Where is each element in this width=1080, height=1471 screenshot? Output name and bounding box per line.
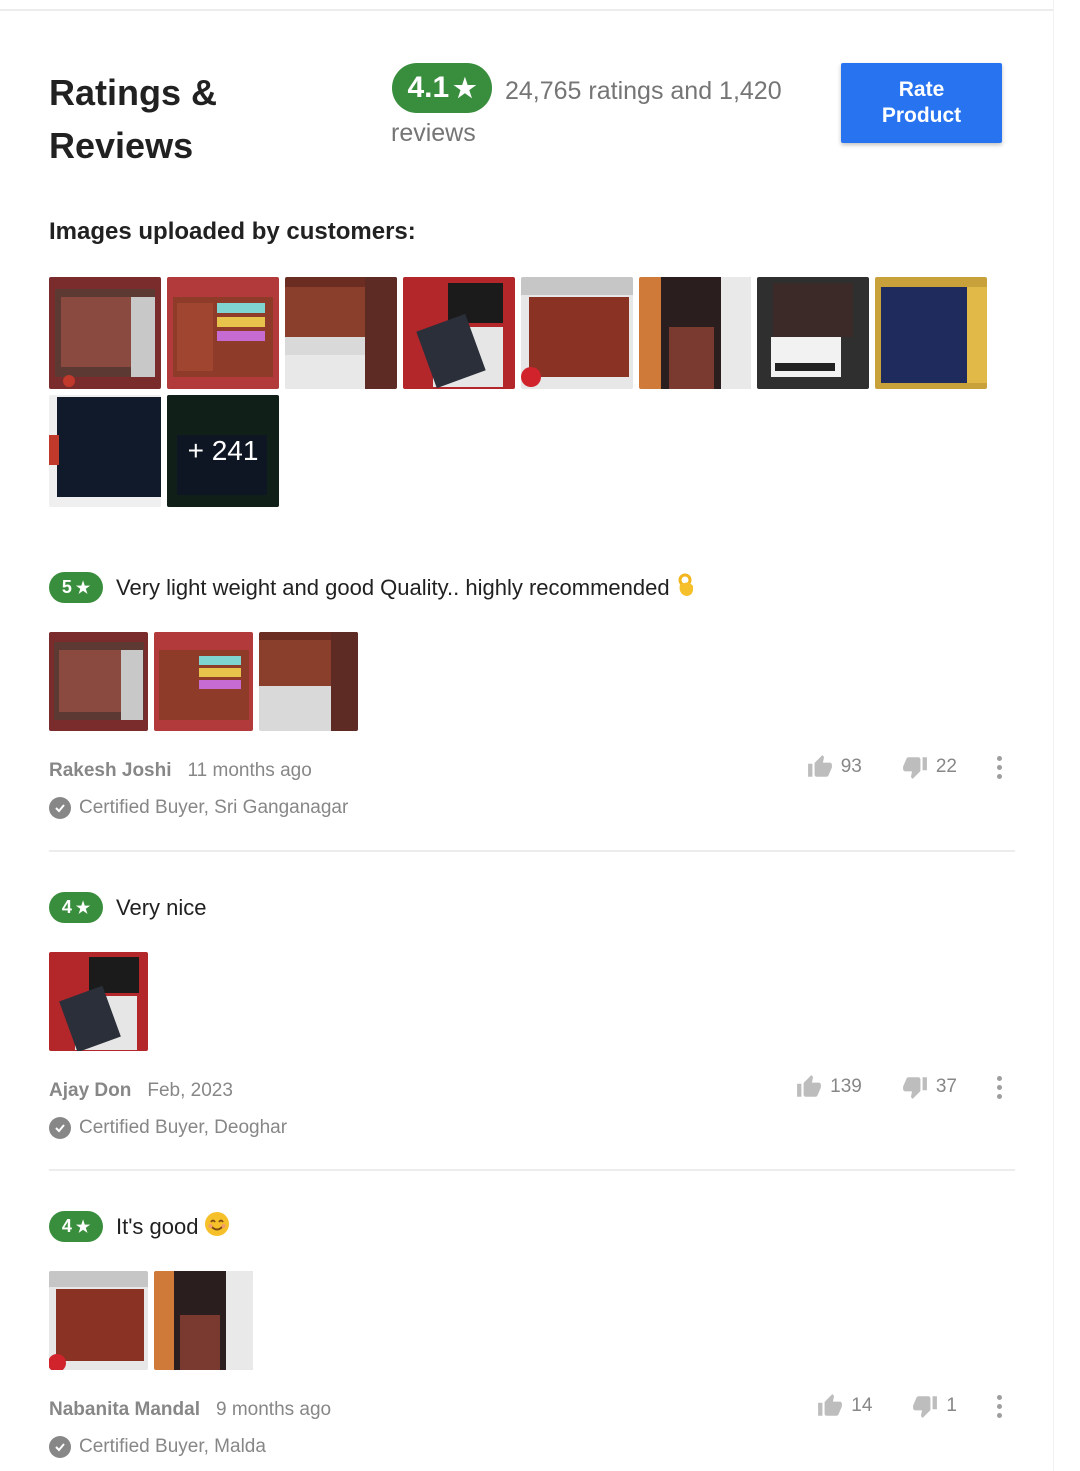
review-date: 11 months ago: [187, 760, 312, 781]
review-rating-badge: 5 ★: [49, 572, 103, 603]
review-author: Ajay Don: [49, 1080, 132, 1101]
check-circle-icon: [49, 797, 71, 819]
like-count: 139: [830, 1076, 862, 1097]
check-circle-icon: [49, 1436, 71, 1458]
review-card: 4 ★ Very nice Ajay Don Feb, 2023 139 37 Ce…: [49, 892, 1015, 1139]
review-card: 5 ★ Very light weight and good Quality.. …: [49, 572, 1015, 819]
review-author: Nabanita Mandal: [49, 1399, 200, 1420]
review-title: Very light weight and good Quality.. hig…: [116, 574, 670, 600]
thumbs-down-icon: [902, 757, 927, 779]
review-image[interactable]: [154, 632, 253, 731]
customer-image[interactable]: [757, 277, 869, 389]
thumbs-up-icon: [818, 1394, 843, 1416]
dislike-button[interactable]: 22: [902, 754, 957, 780]
review-rating-badge: 4 ★: [49, 892, 103, 923]
customer-image[interactable]: [639, 277, 751, 389]
thumbs-up-icon: [807, 755, 832, 777]
uploads-heading: Images uploaded by customers:: [49, 218, 416, 245]
more-options-icon[interactable]: [997, 1394, 1003, 1418]
customer-image-more[interactable]: + 241: [167, 395, 279, 507]
review-title: Very nice: [116, 894, 207, 920]
review-rating-value: 4: [61, 897, 72, 917]
overall-rating-value: 4.1: [407, 71, 450, 104]
customer-image[interactable]: [167, 277, 279, 389]
customer-image[interactable]: [49, 395, 161, 507]
review-card: 4 ★ It's good Nabanita Mandal 9 months ago…: [49, 1211, 1015, 1458]
review-images: [49, 632, 1015, 731]
review-votes: 93 22: [807, 754, 1015, 780]
review-date: Feb, 2023: [147, 1080, 233, 1101]
review-images: [49, 952, 1015, 1051]
like-button[interactable]: 139: [796, 1074, 862, 1100]
customer-image[interactable]: [49, 277, 161, 389]
review-image[interactable]: [49, 632, 148, 731]
certified-buyer-text: Certified Buyer, Deoghar: [79, 1117, 288, 1138]
like-count: 14: [851, 1395, 873, 1416]
thumbs-down-icon: [902, 1077, 927, 1099]
review-image[interactable]: [49, 1271, 148, 1370]
customer-image-grid: + 241: [49, 277, 999, 507]
review-votes: 139 37: [796, 1074, 1015, 1100]
review-meta: Ajay Don Feb, 2023 139 37: [49, 1075, 1015, 1104]
more-options-icon[interactable]: [997, 1075, 1003, 1099]
customer-image[interactable]: [285, 277, 397, 389]
review-title: It's good: [116, 1213, 199, 1239]
review-image[interactable]: [259, 632, 358, 731]
review-votes: 14 1: [817, 1393, 1015, 1419]
star-icon: ★: [453, 72, 477, 103]
certified-buyer: Certified Buyer, Sri Ganganagar: [49, 797, 1015, 819]
more-images-count: + 241: [167, 395, 279, 507]
smiling-face-emoji-icon: [204, 1211, 230, 1242]
check-circle-icon: [49, 1117, 71, 1139]
customer-image[interactable]: [403, 277, 515, 389]
dislike-count: 22: [935, 756, 957, 777]
section-title: Ratings & Reviews: [49, 72, 218, 166]
certified-buyer-text: Certified Buyer, Malda: [79, 1436, 266, 1457]
rate-product-button[interactable]: Rate Product: [841, 63, 1002, 143]
right-gutter: [1053, 0, 1080, 1471]
customer-image[interactable]: [875, 277, 987, 389]
review-meta: Nabanita Mandal 9 months ago 14 1: [49, 1394, 1015, 1423]
ok-hand-emoji-icon: [676, 572, 696, 603]
dislike-count: 1: [946, 1395, 957, 1416]
review-rating-value: 5: [61, 577, 72, 597]
like-count: 93: [840, 756, 862, 777]
star-icon: ★: [75, 1218, 91, 1236]
review-date: 9 months ago: [215, 1399, 332, 1420]
review-image[interactable]: [154, 1271, 253, 1370]
thumbs-down-icon: [913, 1396, 938, 1418]
certified-buyer-text: Certified Buyer, Sri Ganganagar: [79, 797, 349, 818]
certified-buyer: Certified Buyer, Deoghar: [49, 1117, 1015, 1139]
dislike-button[interactable]: 1: [912, 1393, 957, 1419]
star-icon: ★: [75, 579, 91, 597]
dislike-count: 37: [935, 1076, 957, 1097]
review-rating-value: 4: [61, 1216, 72, 1236]
review-image[interactable]: [49, 952, 148, 1051]
certified-buyer: Certified Buyer, Malda: [49, 1436, 1015, 1458]
review-divider: [49, 1169, 1015, 1171]
review-author: Rakesh Joshi: [49, 760, 172, 781]
more-options-icon[interactable]: [997, 755, 1003, 779]
star-icon: ★: [75, 899, 91, 917]
review-divider: [49, 850, 1015, 852]
review-meta: Rakesh Joshi 11 months ago 93 22: [49, 755, 1015, 784]
overall-rating-badge: 4.1 ★: [392, 63, 492, 113]
customer-image[interactable]: [521, 277, 633, 389]
thumbs-up-icon: [797, 1075, 822, 1097]
dislike-button[interactable]: 37: [902, 1074, 957, 1100]
top-divider: [0, 9, 1054, 11]
like-button[interactable]: 14: [817, 1393, 872, 1419]
review-images: [49, 1271, 1015, 1370]
review-rating-badge: 4 ★: [49, 1211, 103, 1242]
like-button[interactable]: 93: [807, 754, 862, 780]
